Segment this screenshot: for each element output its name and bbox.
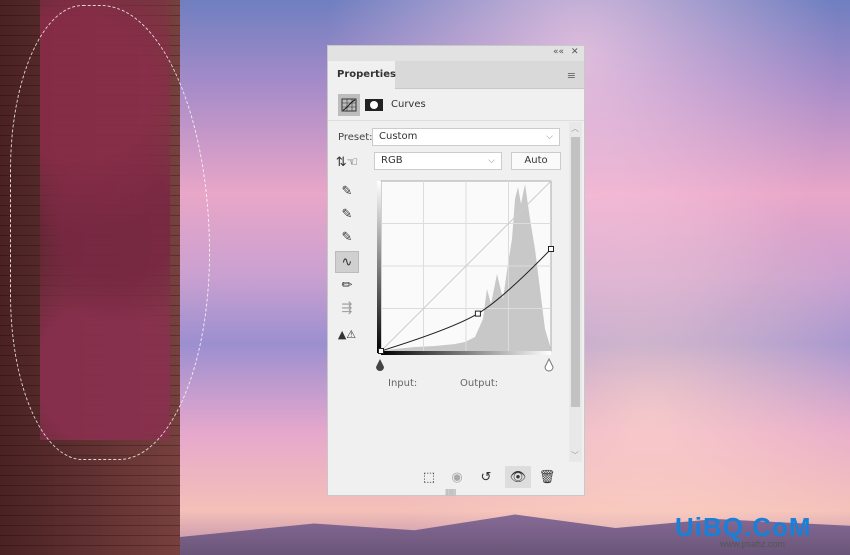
layer-mask-icon[interactable] (363, 94, 385, 116)
curves-graph[interactable] (375, 179, 555, 374)
pencil-icon[interactable]: ✏ (335, 274, 359, 296)
collapse-icon[interactable]: «« (553, 47, 564, 57)
output-label: Output: (460, 378, 499, 389)
reset-icon[interactable]: ↺ (473, 466, 499, 488)
panel-footer: ⬚ ◉ ↺ 👁 🗑 |||||||||| (327, 463, 585, 496)
clip-to-layer-icon[interactable]: ⬚ (416, 466, 442, 488)
clipping-warning-icon[interactable]: ▲⚠ (335, 323, 359, 345)
chevron-down-icon: ⌵ (488, 156, 495, 166)
white-eyedropper-icon[interactable]: ✎ (335, 180, 359, 202)
scrollbar[interactable]: ︿ ﹀ (569, 122, 582, 462)
target-adjustment-icon[interactable]: ⇅☜ (335, 151, 359, 173)
auto-button[interactable]: Auto (511, 152, 561, 170)
panel-topbar[interactable]: «« ✕ (328, 46, 584, 61)
tab-properties[interactable]: Properties (328, 61, 396, 89)
input-label: Input: (388, 378, 418, 389)
white-point-slider (544, 357, 554, 372)
panel-menu-icon[interactable]: ≡ (567, 69, 576, 82)
black-eyedropper-icon[interactable]: ✎ (335, 226, 359, 248)
preset-value: Custom (379, 131, 418, 142)
close-icon[interactable]: ✕ (571, 47, 579, 57)
view-previous-icon[interactable]: ◉ (444, 466, 470, 488)
output-gradient-bar (377, 181, 381, 353)
chevron-down-icon: ⌵ (546, 132, 553, 142)
trash-icon[interactable]: 🗑 (534, 466, 560, 488)
channel-dropdown[interactable]: RGB ⌵ (374, 152, 502, 170)
curve-control-point[interactable] (474, 310, 481, 317)
curve-control-point[interactable] (378, 348, 384, 354)
curve-control-point[interactable] (548, 246, 554, 252)
black-point-slider (376, 359, 384, 371)
channel-value: RGB (381, 155, 403, 166)
curves-adjustment-icon[interactable] (338, 94, 360, 116)
resize-grip[interactable]: |||||||||| (445, 489, 456, 496)
watermark-logo: UiBQ.CoM www.psahz.com (675, 512, 812, 549)
smooth-icon[interactable]: ⇶ (335, 297, 359, 319)
preset-label: Preset: (338, 132, 373, 143)
visibility-eye-icon[interactable]: 👁 (505, 466, 531, 488)
scrollbar-thumb[interactable] (571, 137, 580, 407)
input-gradient-bar (381, 351, 551, 355)
gray-eyedropper-icon[interactable]: ✎ (335, 203, 359, 225)
edit-points-icon[interactable]: ∿ (335, 251, 359, 273)
preset-dropdown[interactable]: Custom ⌵ (372, 128, 560, 146)
adjustment-title: Curves (391, 99, 426, 110)
